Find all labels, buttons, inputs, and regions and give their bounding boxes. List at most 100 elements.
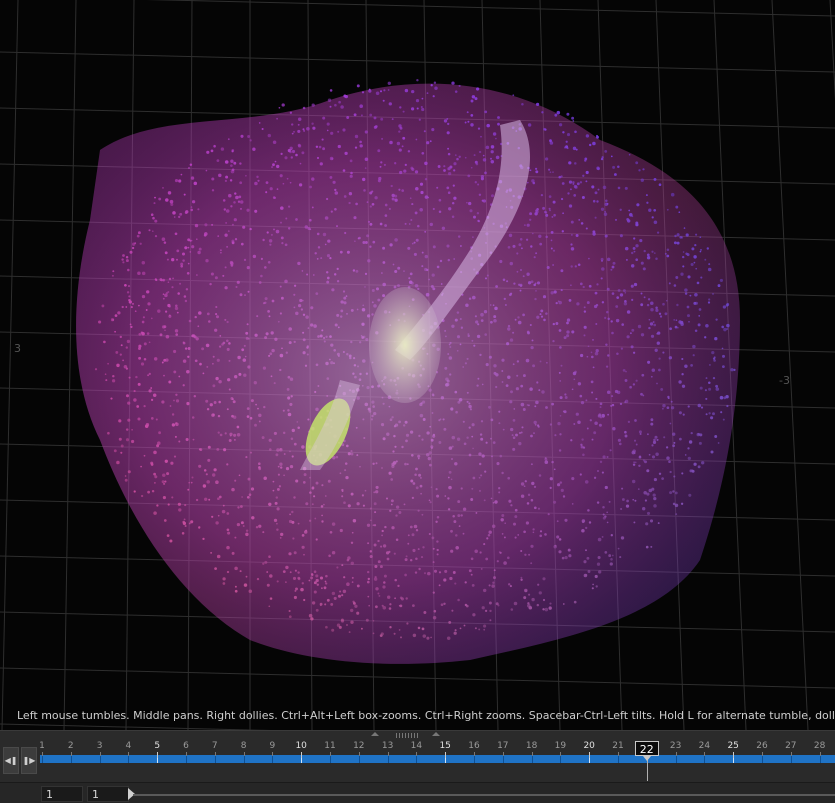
frame-label: 12 [353, 741, 365, 751]
point [596, 134, 598, 137]
frame-tick [704, 752, 706, 756]
frame-ruler[interactable]: 1234567891011121314151617181920212223242… [39, 740, 835, 782]
track-frame-mark [330, 755, 331, 763]
step-back-icon: ◀❚ [4, 756, 18, 765]
frame-label: 19 [554, 741, 567, 751]
track-frame-mark [502, 755, 504, 763]
point [566, 112, 570, 116]
playhead-pointer-icon[interactable] [642, 756, 651, 761]
frame-label: 26 [756, 741, 768, 751]
frame-label: 27 [785, 741, 797, 751]
frame-label: 6 [183, 741, 189, 751]
frame-label: 1 [39, 741, 45, 751]
step-back-button[interactable]: ◀❚ [3, 747, 19, 774]
frame-tick [387, 752, 389, 756]
frame-tick [762, 752, 763, 756]
3d-viewport[interactable]: 3 -3 Left mouse tumbles. Middle pans. Ri… [0, 0, 835, 730]
frame-tick [531, 752, 533, 756]
frame-label: 16 [468, 741, 480, 751]
track-frame-mark [790, 755, 792, 763]
frame-range-bar: 1 1 [0, 782, 835, 803]
track-frame-mark [474, 755, 475, 763]
frame-label: 15 [439, 741, 451, 751]
frame-tick [186, 752, 187, 756]
point [278, 106, 281, 109]
frame-tick [790, 752, 792, 756]
frame-track[interactable] [40, 755, 835, 763]
frame-tick [301, 752, 303, 758]
point [451, 81, 455, 85]
point [572, 120, 575, 122]
point-cloud-core [369, 287, 441, 403]
viewport-hint-text: Left mouse tumbles. Middle pans. Right d… [17, 709, 835, 722]
frame-tick [474, 752, 475, 756]
frame-tick [560, 752, 562, 756]
track-frame-mark [70, 755, 72, 763]
point [387, 81, 391, 85]
frame-tick [42, 752, 43, 756]
track-frame-mark [762, 755, 763, 763]
frame-tick [128, 752, 130, 756]
frame-label: 8 [240, 741, 247, 751]
frame-tick [99, 752, 101, 756]
frame-label: 23 [669, 741, 682, 751]
point [281, 103, 285, 107]
point [433, 81, 437, 84]
point [416, 78, 419, 82]
frame-tick [214, 752, 216, 756]
frame-label: 21 [612, 741, 624, 751]
track-frame-mark [704, 755, 706, 763]
frame-label: 3 [96, 741, 103, 751]
frame-tick [675, 752, 677, 756]
track-frame-mark [819, 755, 821, 763]
step-forward-button[interactable]: ❚▶ [21, 747, 37, 774]
expand-up-icon[interactable] [432, 732, 440, 736]
frame-label: 2 [67, 741, 74, 751]
track-frame-mark [272, 755, 274, 763]
track-frame-mark [99, 755, 101, 763]
current-frame-indicator[interactable]: 22 [634, 741, 659, 756]
frame-tick [358, 752, 360, 756]
track-frame-mark [358, 755, 360, 763]
track-frame-mark [214, 755, 216, 763]
track-frame-mark [675, 755, 677, 763]
track-frame-mark [186, 755, 187, 763]
track-frame-mark [387, 755, 389, 763]
frame-label: 25 [727, 741, 739, 751]
splitter-grip-icon[interactable] [396, 733, 420, 738]
frame-tick [445, 752, 447, 758]
frame-tick [330, 752, 331, 756]
frame-label: 18 [525, 741, 538, 751]
track-frame-mark [416, 755, 418, 763]
point [571, 116, 575, 120]
frame-tick [618, 752, 619, 756]
frame-label: 13 [381, 741, 394, 751]
track-frame-mark [42, 755, 43, 763]
range-slider[interactable] [133, 794, 835, 796]
track-frame-mark [128, 755, 130, 763]
frame-label: 10 [295, 741, 307, 751]
playback-controls: ◀❚ ❚▶ [3, 747, 37, 774]
track-frame-mark [243, 755, 245, 763]
frame-tick [819, 752, 821, 756]
frame-tick [416, 752, 418, 756]
frame-tick [502, 752, 504, 756]
range-end-field[interactable]: 1 [87, 786, 129, 802]
frame-label: 9 [269, 741, 276, 751]
frame-label: 14 [410, 741, 423, 751]
point-cloud-scene [0, 0, 835, 730]
step-forward-icon: ❚▶ [22, 756, 36, 765]
track-frame-mark [560, 755, 562, 763]
frame-label: 28 [813, 741, 826, 751]
track-frame-mark [618, 755, 619, 763]
range-start-field[interactable]: 1 [41, 786, 83, 802]
point [356, 84, 360, 88]
axis-label-left: 3 [14, 342, 21, 355]
collapse-up-icon[interactable] [371, 732, 379, 736]
point [329, 89, 333, 92]
frame-tick [70, 752, 72, 756]
frame-tick [243, 752, 245, 756]
frame-tick [272, 752, 274, 756]
frame-label: 5 [154, 741, 161, 751]
frame-tick [733, 752, 735, 758]
